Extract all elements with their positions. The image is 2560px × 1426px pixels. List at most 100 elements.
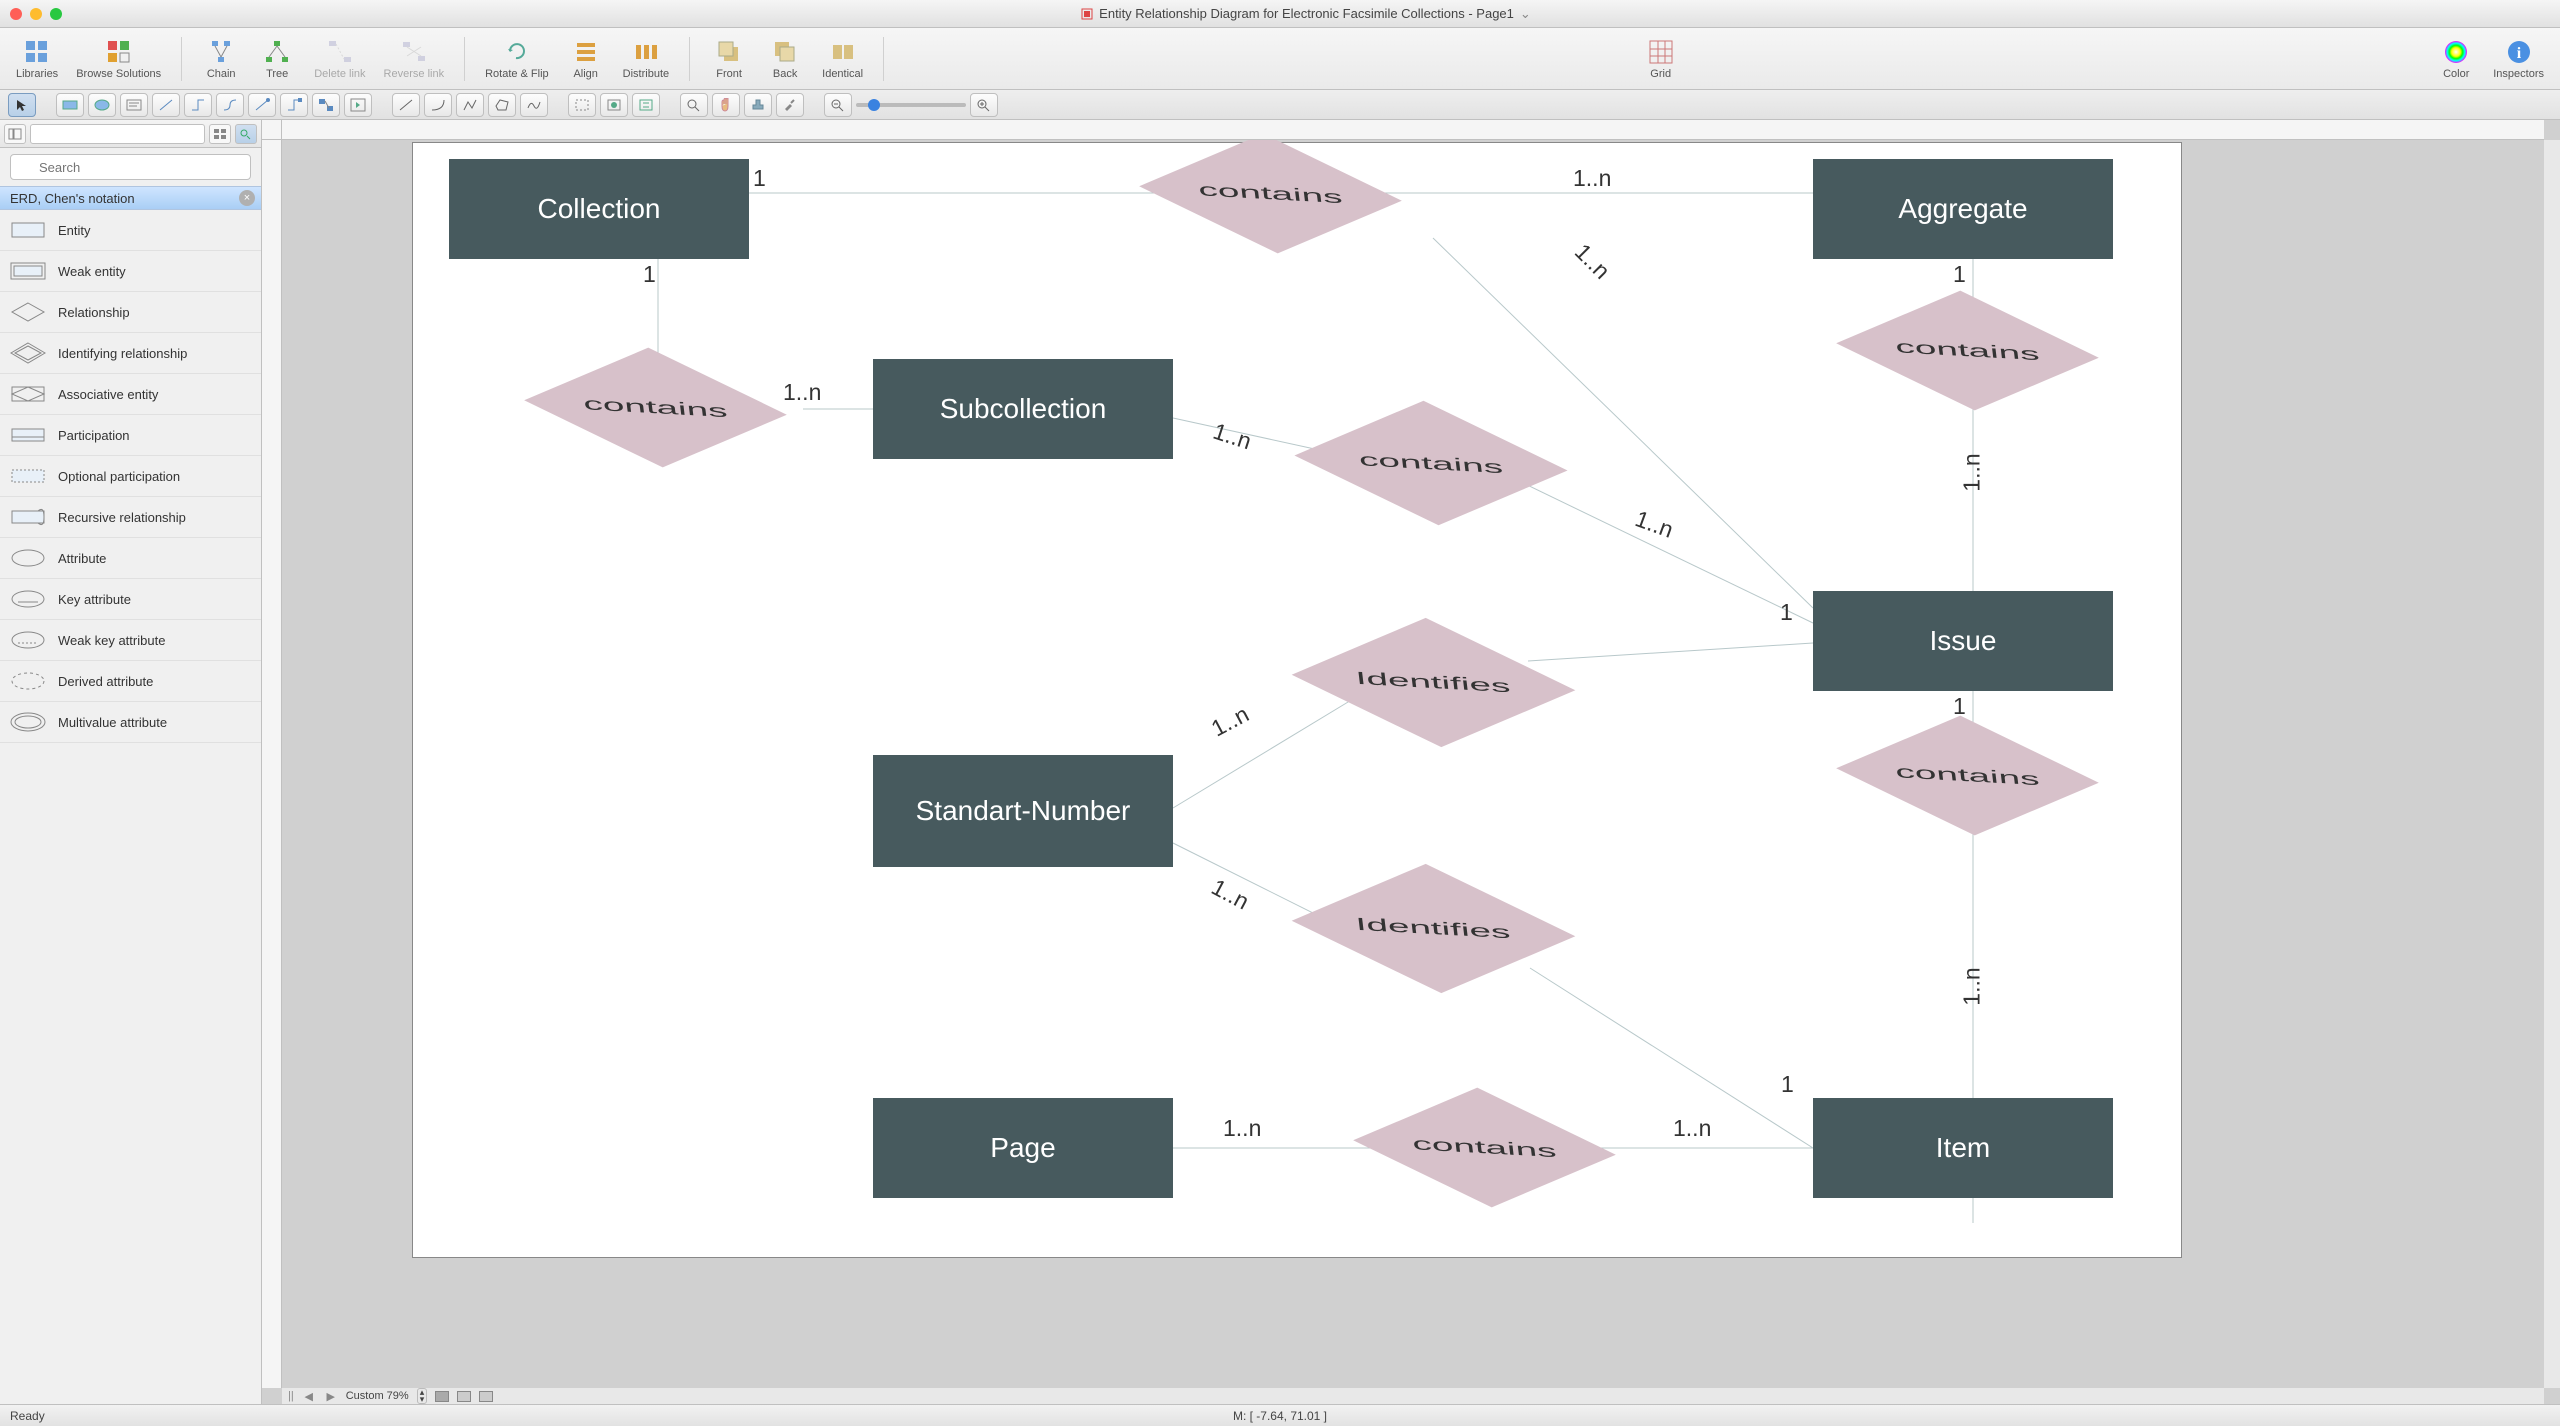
zoom-level[interactable]: Custom 79% xyxy=(346,1390,409,1402)
rel-contains-top[interactable]: contains xyxy=(1139,140,1402,253)
rel-identifies-2[interactable]: Identifies xyxy=(1292,864,1576,993)
grid-button[interactable]: Grid xyxy=(1636,35,1686,82)
shape-entity[interactable]: Entity xyxy=(0,210,261,251)
eyedropper-tool[interactable] xyxy=(776,93,804,117)
search-input[interactable] xyxy=(10,154,251,180)
rectangle-tool[interactable] xyxy=(56,93,84,117)
shape-relationship[interactable]: Relationship xyxy=(0,292,261,333)
card-1na: 1..n xyxy=(1573,165,1611,192)
shape-weak-entity[interactable]: Weak entity xyxy=(0,251,261,292)
vertical-ruler xyxy=(262,140,282,1388)
entity-aggregate[interactable]: Aggregate xyxy=(1813,159,2113,259)
identical-button[interactable]: Identical xyxy=(816,35,869,82)
entity-standart-number[interactable]: Standart-Number xyxy=(873,755,1173,867)
connector-tool-3[interactable] xyxy=(216,93,244,117)
polygon-tool[interactable] xyxy=(488,93,516,117)
distribute-button[interactable]: Distribute xyxy=(617,35,675,82)
inspectors-button[interactable]: i Inspectors xyxy=(2487,35,2550,82)
panel-grid-view-icon[interactable] xyxy=(209,124,231,144)
shape-weak-key-attribute[interactable]: Weak key attribute xyxy=(0,620,261,661)
horizontal-scrollbar[interactable]: || ◀ ▶ Custom 79% ▴▾ xyxy=(282,1388,2544,1404)
crop-tool-1[interactable] xyxy=(568,93,596,117)
next-page-icon[interactable]: ▶ xyxy=(324,1390,338,1403)
front-button[interactable]: Front xyxy=(704,35,754,82)
card-1c: 1 xyxy=(1953,261,1966,288)
hand-tool[interactable] xyxy=(712,93,740,117)
polyline-tool[interactable] xyxy=(456,93,484,117)
connector-tool-6[interactable] xyxy=(312,93,340,117)
library-header[interactable]: ERD, Chen's notation × xyxy=(0,186,261,210)
rel-contains-agg[interactable]: contains xyxy=(1836,291,2099,411)
line-tool[interactable] xyxy=(392,93,420,117)
browse-solutions-button[interactable]: Browse Solutions xyxy=(70,35,167,82)
entity-page[interactable]: Page xyxy=(873,1098,1173,1198)
vertical-scrollbar[interactable] xyxy=(2544,140,2560,1388)
entity-item[interactable]: Item xyxy=(1813,1098,2113,1198)
window-controls xyxy=(10,8,62,20)
entity-subcollection[interactable]: Subcollection xyxy=(873,359,1173,459)
connector-tool-1[interactable] xyxy=(152,93,180,117)
back-icon xyxy=(770,37,800,67)
prev-page-icon[interactable]: ◀ xyxy=(302,1390,316,1403)
insert-tool[interactable] xyxy=(344,93,372,117)
crop-tool-3[interactable] xyxy=(632,93,660,117)
freehand-tool[interactable] xyxy=(520,93,548,117)
connector-tool-2[interactable] xyxy=(184,93,212,117)
pointer-tool[interactable] xyxy=(8,93,36,117)
ellipse-tool[interactable] xyxy=(88,93,116,117)
document-title[interactable]: Entity Relationship Diagram for Electron… xyxy=(62,6,2550,22)
curve-tool[interactable] xyxy=(424,93,452,117)
chain-button[interactable]: Chain xyxy=(196,35,246,82)
entity-collection[interactable]: Collection xyxy=(449,159,749,259)
zoom-out-button[interactable] xyxy=(824,93,852,117)
minimize-window-button[interactable] xyxy=(30,8,42,20)
zoom-slider[interactable] xyxy=(856,103,966,107)
rel-contains-issue[interactable]: contains xyxy=(1836,716,2099,836)
page-area[interactable]: Collection Aggregate Subcollection Issue… xyxy=(282,140,2544,1388)
view-mode-1[interactable] xyxy=(435,1391,449,1402)
shape-multivalue-attribute[interactable]: Multivalue attribute xyxy=(0,702,261,743)
color-button[interactable]: Color xyxy=(2431,35,2481,82)
zoom-stepper-icon[interactable]: ▴▾ xyxy=(417,1388,428,1404)
rel-identifies-1[interactable]: Identifies xyxy=(1292,618,1576,747)
card-1ni: 1..n xyxy=(1959,967,1986,1005)
stamp-tool[interactable] xyxy=(744,93,772,117)
rel-contains-sub[interactable]: contains xyxy=(1294,401,1567,526)
tree-button[interactable]: Tree xyxy=(252,35,302,82)
panel-search-icon[interactable] xyxy=(235,124,257,144)
card-1ng: 1..n xyxy=(1207,701,1254,743)
maximize-window-button[interactable] xyxy=(50,8,62,20)
rel-contains-page[interactable]: contains xyxy=(1353,1088,1616,1208)
align-button[interactable]: Align xyxy=(561,35,611,82)
zoom-tool[interactable] xyxy=(680,93,708,117)
shape-attribute[interactable]: Attribute xyxy=(0,538,261,579)
connector-tool-4[interactable] xyxy=(248,93,276,117)
close-window-button[interactable] xyxy=(10,8,22,20)
shape-associative-entity[interactable]: Associative entity xyxy=(0,374,261,415)
shape-optional-participation[interactable]: Optional participation xyxy=(0,456,261,497)
panel-dropdown[interactable] xyxy=(30,124,205,144)
page[interactable]: Collection Aggregate Subcollection Issue… xyxy=(412,142,2182,1258)
shape-recursive-relationship[interactable]: Recursive relationship xyxy=(0,497,261,538)
view-mode-2[interactable] xyxy=(457,1391,471,1402)
close-library-icon[interactable]: × xyxy=(239,190,255,206)
rotate-flip-button[interactable]: Rotate & Flip xyxy=(479,35,555,82)
entity-issue[interactable]: Issue xyxy=(1813,591,2113,691)
card-1nb: 1..n xyxy=(783,379,821,406)
zoom-in-button[interactable] xyxy=(970,93,998,117)
text-tool[interactable] xyxy=(120,93,148,117)
status-ready: Ready xyxy=(10,1409,45,1423)
crop-tool-2[interactable] xyxy=(600,93,628,117)
shape-key-attribute[interactable]: Key attribute xyxy=(0,579,261,620)
connector-tool-5[interactable] xyxy=(280,93,308,117)
panel-layout-icon[interactable] xyxy=(4,124,26,144)
back-button[interactable]: Back xyxy=(760,35,810,82)
tree-icon xyxy=(262,37,292,67)
shape-participation[interactable]: Participation xyxy=(0,415,261,456)
shape-derived-attribute[interactable]: Derived attribute xyxy=(0,661,261,702)
libraries-button[interactable]: Libraries xyxy=(10,35,64,82)
view-mode-3[interactable] xyxy=(479,1391,493,1402)
ruler-corner xyxy=(262,120,282,140)
shape-identifying-relationship[interactable]: Identifying relationship xyxy=(0,333,261,374)
rel-contains-left[interactable]: contains xyxy=(524,348,787,468)
